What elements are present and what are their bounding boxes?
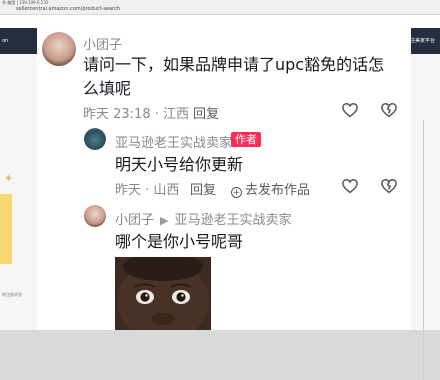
comment-text: 请问一下，如果品牌申请了upc豁免的话怎么填呢	[83, 55, 385, 98]
comment-image[interactable]	[115, 257, 211, 330]
site-header-left: on	[0, 28, 40, 54]
author-badge: 作者	[231, 132, 261, 147]
comment-username-line: 小团子 ▶ 亚马逊老王实战卖家	[115, 209, 292, 228]
site-sidebar: ✦ 地注册消息	[0, 54, 40, 330]
share-label: 去发布作品	[245, 183, 311, 198]
comment-text: 哪个是你小号呢哥	[115, 232, 244, 251]
comment-meta: 昨天 23:18 · 江西	[83, 107, 189, 122]
divider	[423, 120, 434, 380]
comment-username[interactable]: 小团子	[83, 34, 122, 53]
plus-circle-icon: +	[231, 187, 242, 198]
reply-to-username[interactable]: 亚马逊老王实战卖家	[174, 213, 291, 228]
comment-username[interactable]: 亚马逊老王实战卖家	[115, 132, 232, 151]
promo-banner	[0, 194, 12, 264]
comment-username[interactable]: 小团子	[115, 213, 154, 228]
right-triangle-icon: ▶	[160, 214, 169, 227]
comment-text: 明天小号给你更新	[115, 155, 244, 174]
address-bar[interactable]: sellercentral.amazon.com/product-search	[0, 5, 120, 13]
avatar[interactable]	[84, 205, 106, 227]
sparkle-icon: ✦	[4, 172, 14, 185]
reply-button[interactable]: 回复	[193, 103, 219, 122]
broken-heart-icon[interactable]	[380, 177, 398, 195]
broken-heart-icon[interactable]	[380, 101, 398, 119]
avatar[interactable]	[42, 32, 76, 66]
avatar[interactable]	[84, 128, 106, 150]
address-url: sellercentral.amazon.com/product-search	[16, 6, 120, 12]
browser-top-bar: 多·美国 | 139.199.6.235 sellercentral.amazo…	[0, 0, 440, 15]
sidebar-label: 地注册消息	[2, 292, 22, 297]
comments-panel: 小团子 请问一下，如果品牌申请了upc豁免的话怎么填呢 昨天 23:18 · 江…	[37, 25, 411, 330]
heart-outline-icon[interactable]	[341, 177, 359, 195]
reply-button[interactable]: 回复	[190, 179, 216, 198]
comment-meta: 昨天 · 山西	[115, 183, 180, 198]
share-button[interactable]: + 去发布作品	[231, 179, 310, 198]
heart-outline-icon[interactable]	[341, 101, 359, 119]
